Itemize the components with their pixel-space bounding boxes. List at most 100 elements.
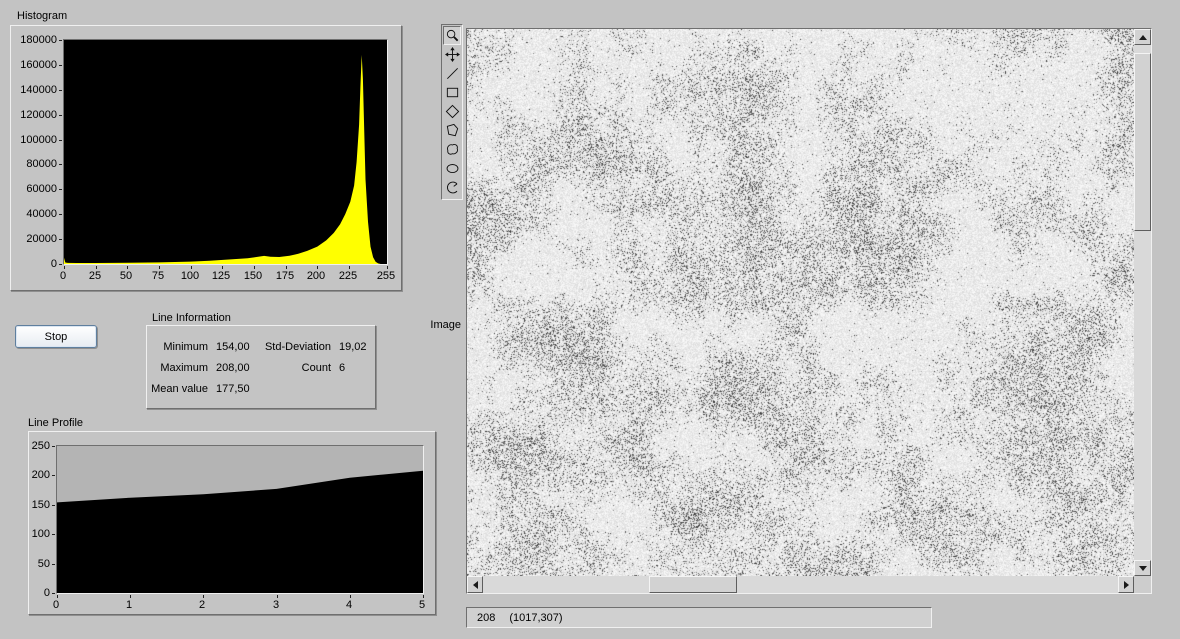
histogram-y-tick-label: 40000 — [26, 208, 57, 220]
rotated-rectangle-tool-icon[interactable] — [443, 102, 461, 121]
mean-value-value: 177,50 — [216, 383, 250, 395]
minimum-label: Minimum — [163, 341, 208, 353]
arrow-right-icon — [1123, 580, 1129, 589]
y-tick-mark — [52, 564, 55, 565]
x-tick-mark — [130, 595, 131, 598]
scroll-up-button[interactable] — [1134, 29, 1151, 45]
y-tick-mark — [59, 164, 62, 165]
stop-button[interactable]: Stop — [15, 325, 97, 348]
y-tick-mark — [59, 90, 62, 91]
line-profile-chart: 0 50 100 150 200 250 0 1 2 3 4 5 — [28, 431, 436, 615]
vertical-scroll-thumb[interactable] — [1134, 53, 1151, 231]
line_profile-y-tick-label: 50 — [37, 558, 50, 570]
arrow-left-icon — [472, 580, 478, 589]
arrow-down-icon — [1138, 565, 1147, 571]
y-tick-mark — [52, 446, 55, 447]
y-tick-mark — [52, 475, 55, 476]
std-deviation-label: Std-Deviation — [264, 341, 331, 353]
horizontal-scroll-thumb[interactable] — [649, 576, 737, 593]
scroll-left-button[interactable] — [467, 576, 483, 593]
line_profile-x-tick-label: 5 — [418, 599, 426, 611]
x-tick-mark — [423, 595, 424, 598]
x-tick-mark — [127, 266, 128, 269]
histogram-y-tick-label: 180000 — [20, 34, 57, 46]
line-information-grid: Minimum 154,00 Std-Deviation 19,02 Maxim… — [147, 326, 375, 396]
histogram-chart: 0 20000 40000 60000 80000 100000 120000 140000 1… — [10, 25, 402, 291]
line_profile-plot-area — [56, 445, 424, 594]
histogram-label: Histogram — [17, 10, 68, 22]
y-tick-mark — [59, 115, 62, 116]
line_profile-x-tick-label: 2 — [198, 599, 206, 611]
line-profile-label: Line Profile — [28, 417, 84, 429]
polygon-tool-icon[interactable] — [443, 121, 461, 140]
annulus-tool-icon[interactable] — [443, 178, 461, 197]
labview-front-panel: Histogram 0 20000 40000 60000 80000 100000 120… — [0, 0, 1180, 639]
line_profile-y-tick-label: 100 — [31, 528, 50, 540]
line-tool-icon[interactable] — [443, 64, 461, 83]
histogram-y-tick-label: 80000 — [26, 158, 57, 170]
scroll-right-button[interactable] — [1118, 576, 1134, 593]
count-label: Count — [301, 362, 331, 374]
oval-tool-icon[interactable] — [443, 159, 461, 178]
histogram-y-tick-label: 140000 — [20, 84, 57, 96]
x-tick-mark — [96, 266, 97, 269]
x-tick-mark — [222, 266, 223, 269]
count-value: 6 — [339, 362, 346, 374]
y-tick-mark — [59, 65, 62, 66]
line_profile-x-tick-label: 4 — [345, 599, 353, 611]
y-tick-mark — [59, 214, 62, 215]
line_profile-x-tick-label: 0 — [52, 599, 60, 611]
histogram-x-tick-label: 225 — [338, 270, 358, 282]
zoom-tool-icon[interactable] — [443, 26, 461, 45]
x-tick-mark — [387, 266, 388, 269]
histogram-x-tick-label: 255 — [376, 270, 396, 282]
status-bar: 208 (1017,307) — [466, 607, 932, 628]
x-tick-mark — [277, 595, 278, 598]
y-tick-mark — [59, 189, 62, 190]
arrow-up-icon — [1138, 34, 1147, 40]
line_profile-y-tick-label: 200 — [31, 469, 50, 481]
mean-value-label: Mean value — [151, 383, 208, 395]
x-tick-mark — [350, 595, 351, 598]
y-tick-mark — [59, 140, 62, 141]
scroll-down-button[interactable] — [1134, 560, 1151, 576]
histogram-y-tick-label: 100000 — [20, 134, 57, 146]
image-display — [466, 28, 1152, 594]
vertical-scrollbar[interactable] — [1134, 29, 1151, 576]
image-toolbar — [441, 24, 463, 200]
line_profile-x-tick-label: 3 — [272, 599, 280, 611]
histogram-y-tick-label: 120000 — [20, 109, 57, 121]
image-label: Image — [430, 319, 461, 331]
x-tick-mark — [254, 266, 255, 269]
y-tick-mark — [52, 505, 55, 506]
std-deviation-value: 19,02 — [339, 341, 367, 353]
pan-tool-icon[interactable] — [443, 45, 461, 64]
y-tick-mark — [59, 40, 62, 41]
y-tick-mark — [52, 534, 55, 535]
line-information-group: Minimum 154,00 Std-Deviation 19,02 Maxim… — [146, 325, 376, 409]
rectangle-tool-icon[interactable] — [443, 83, 461, 102]
maximum-value: 208,00 — [216, 362, 250, 374]
line_profile-y-tick-label: 250 — [31, 440, 50, 452]
image-canvas[interactable] — [467, 29, 1134, 576]
histogram-y-tick-label: 20000 — [26, 233, 57, 245]
cursor-coordinates: (1017,307) — [509, 611, 563, 624]
y-tick-mark — [59, 264, 62, 265]
line_profile-y-tick-label: 0 — [43, 587, 50, 599]
x-tick-mark — [203, 595, 204, 598]
freehand-tool-icon[interactable] — [443, 140, 461, 159]
histogram-plot-area — [63, 39, 388, 265]
x-tick-mark — [64, 266, 65, 269]
minimum-value: 154,00 — [216, 341, 250, 353]
scrollbar-corner — [1134, 576, 1151, 593]
horizontal-scrollbar[interactable] — [467, 576, 1134, 593]
x-tick-mark — [191, 266, 192, 269]
x-tick-mark — [57, 595, 58, 598]
x-tick-mark — [317, 266, 318, 269]
line_profile-y-tick-label: 150 — [31, 499, 50, 511]
x-tick-mark — [286, 266, 287, 269]
histogram-y-tick-label: 160000 — [20, 59, 57, 71]
maximum-label: Maximum — [160, 362, 208, 374]
y-tick-mark — [59, 239, 62, 240]
x-tick-mark — [349, 266, 350, 269]
